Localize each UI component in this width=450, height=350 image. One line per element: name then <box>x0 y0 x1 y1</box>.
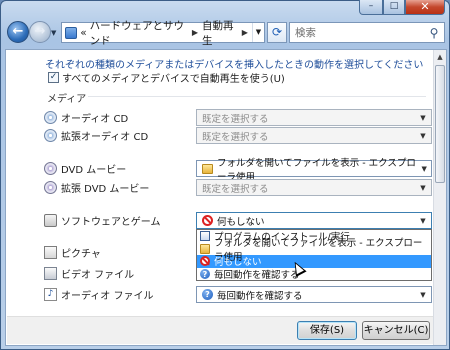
scroll-up-icon[interactable]: ▲ <box>434 50 446 64</box>
music-note-icon: ♪ <box>44 287 57 301</box>
breadcrumb-prefix: « <box>80 26 87 39</box>
media-row-enhanced-audio-cd: 拡張オーディオ CD <box>44 126 148 144</box>
media-row-enhanced-dvd-movie: 拡張 DVD ムービー <box>44 178 149 196</box>
chevron-down-icon[interactable]: ▼ <box>415 132 431 140</box>
media-label-audio-files: オーディオ ファイル <box>61 290 154 302</box>
recent-pages-chevron-icon[interactable]: ▼ <box>51 29 56 37</box>
navigation-bar: ← → ▼ « ハードウェアとサウンド ▶ 自動再生 ▶ ▼ ⟳ 検索 ⚲ <box>5 20 447 47</box>
media-row-dvd-movie: DVD ムービー <box>44 159 126 177</box>
cd-icon <box>44 110 57 124</box>
title-bar: – □ ✕ <box>1 0 449 15</box>
media-label-enhanced-audio-cd: 拡張オーディオ CD <box>61 131 149 143</box>
chevron-down-icon[interactable]: ▼ <box>417 165 431 173</box>
breadcrumb-item-autoplay[interactable]: 自動再生 <box>202 18 238 48</box>
breadcrumb-separator-icon[interactable]: ▶ <box>242 28 248 37</box>
media-label-enhanced-dvd-movie: 拡張 DVD ムービー <box>61 183 150 195</box>
autoplay-settings-panel: ▲ それぞれの種類のメディアまたはデバイスを挿入したときの動作を選択してください… <box>5 49 447 346</box>
dvd-movie-action-select[interactable]: フォルダを開いてファイルを表示 - エクスプローラ使用 ▼ <box>196 158 432 183</box>
maximize-button[interactable]: □ <box>383 0 405 15</box>
media-row-audio-cd: オーディオ CD <box>44 108 128 126</box>
question-icon: ? <box>200 268 210 279</box>
question-icon: ? <box>202 289 213 300</box>
chevron-down-icon[interactable]: ▼ <box>415 291 431 299</box>
audio-files-action-value: 毎回動作を確認する <box>217 290 303 302</box>
picture-icon <box>44 245 57 259</box>
software-games-action-select[interactable]: 何もしない ▼ <box>196 212 432 229</box>
media-row-video-files: ビデオ ファイル <box>44 264 134 282</box>
autoplay-window: – □ ✕ ← → ▼ « ハードウェアとサウンド ▶ 自動再生 ▶ ▼ ⟳ 検… <box>0 0 450 350</box>
use-autoplay-all-label: すべてのメディアとデバイスで自動再生を使う(U) <box>62 74 285 85</box>
folder-icon <box>200 243 210 254</box>
media-section-heading: メディア <box>47 94 87 105</box>
page-instruction: それぞれの種類のメディアまたはデバイスを挿入したときの動作を選択してください <box>45 60 424 71</box>
audio-files-action-select[interactable]: ? 毎回動作を確認する ▼ <box>196 286 432 303</box>
media-label-dvd-movie: DVD ムービー <box>61 164 127 176</box>
media-row-pictures: ピクチャ <box>44 243 101 261</box>
chevron-down-icon[interactable]: ▼ <box>415 217 431 225</box>
folder-icon <box>202 163 213 174</box>
media-label-software-games: ソフトウェアとゲーム <box>61 216 161 228</box>
chevron-down-icon[interactable]: ▼ <box>415 184 431 192</box>
do-nothing-icon <box>202 215 213 226</box>
save-button[interactable]: 保存(S) <box>297 321 357 340</box>
cancel-button[interactable]: キャンセル(C) <box>362 321 430 340</box>
enhanced-dvd-movie-action-value: 既定を選択する <box>202 183 269 195</box>
dropdown-option-ask-every-time[interactable]: ? 毎回動作を確認する <box>197 268 431 281</box>
checkbox-icon[interactable]: ✓ <box>48 72 59 83</box>
breadcrumb-separator-icon[interactable]: ▶ <box>192 28 198 37</box>
dvd-icon <box>44 161 57 175</box>
refresh-button[interactable]: ⟳ <box>267 22 287 43</box>
dvd-icon <box>44 180 57 194</box>
cd-icon <box>44 128 57 142</box>
breadcrumb-item-hardware-sound[interactable]: ハードウェアとサウンド <box>90 18 188 48</box>
dialog-footer: 保存(S) キャンセル(C) <box>7 316 433 344</box>
do-nothing-icon <box>200 256 210 267</box>
media-label-audio-cd: オーディオ CD <box>61 113 129 125</box>
forward-button[interactable]: → <box>29 21 51 43</box>
enhanced-audio-cd-action-value: 既定を選択する <box>202 131 269 143</box>
close-button[interactable]: ✕ <box>405 0 445 15</box>
search-placeholder: 検索 <box>295 27 316 39</box>
control-panel-icon <box>65 26 78 39</box>
program-install-icon <box>200 231 210 242</box>
search-icon[interactable]: ⚲ <box>424 26 444 40</box>
media-row-software-games: ソフトウェアとゲーム <box>44 211 161 229</box>
dropdown-option-label: 毎回動作を確認する <box>214 269 300 281</box>
chevron-down-icon[interactable]: ▼ <box>415 114 431 122</box>
audio-cd-action-select[interactable]: 既定を選択する ▼ <box>196 109 432 126</box>
media-row-audio-files: ♪ オーディオ ファイル <box>44 285 153 303</box>
audio-cd-action-value: 既定を選択する <box>202 113 269 125</box>
back-button[interactable]: ← <box>7 21 29 43</box>
media-label-video-files: ビデオ ファイル <box>61 269 135 281</box>
address-bar[interactable]: « ハードウェアとサウンド ▶ 自動再生 ▶ ▼ <box>61 20 265 47</box>
search-input[interactable]: 検索 ⚲ <box>289 22 445 43</box>
media-label-pictures: ピクチャ <box>61 248 101 260</box>
enhanced-dvd-movie-action-select[interactable]: 既定を選択する ▼ <box>196 179 432 196</box>
enhanced-audio-cd-action-select[interactable]: 既定を選択する ▼ <box>196 127 432 144</box>
scrollbar-thumb[interactable] <box>435 65 445 183</box>
address-dropdown-icon[interactable]: ▼ <box>251 23 264 42</box>
minimize-button[interactable]: – <box>359 0 383 15</box>
software-games-dropdown-list: プログラムのインストール/実行 フォルダを開いてファイルを表示 - エクスプロー… <box>196 229 432 281</box>
section-divider <box>88 96 426 97</box>
dropdown-option-open-folder[interactable]: フォルダを開いてファイルを表示 - エクスプローラ使用 <box>197 238 431 263</box>
window-controls: – □ ✕ <box>359 0 445 16</box>
software-icon <box>44 213 57 227</box>
video-icon <box>44 266 57 280</box>
software-games-action-value: 何もしない <box>217 216 265 228</box>
use-autoplay-all-checkbox[interactable]: ✓ すべてのメディアとデバイスで自動再生を使う(U) <box>48 70 285 85</box>
vertical-scrollbar[interactable]: ▲ <box>433 50 446 345</box>
